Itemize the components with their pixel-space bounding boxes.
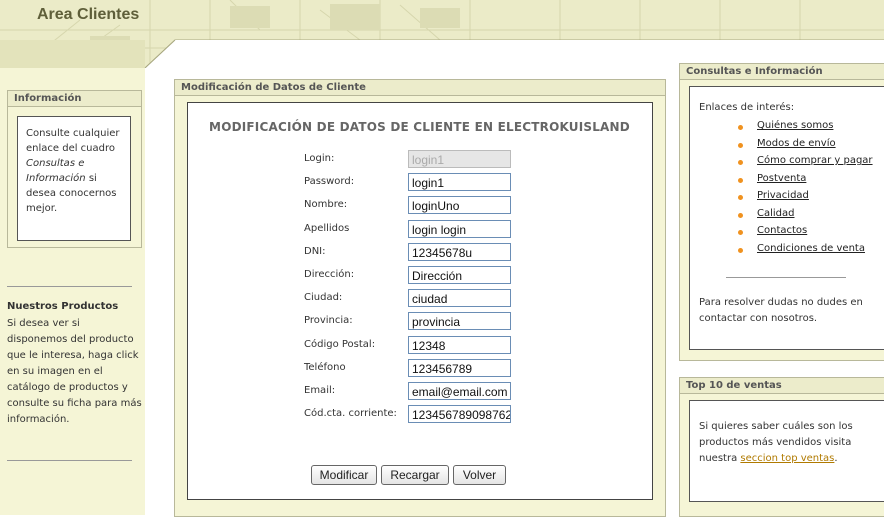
divider [7, 286, 132, 287]
form-row: Apellidos login login [304, 219, 544, 240]
bullet-icon [738, 177, 743, 183]
interest-link[interactable]: Cómo comprar y pagar [738, 155, 873, 173]
interest-link[interactable]: Condiciones de venta [738, 243, 873, 261]
consult-box-title: Consultas e Información [680, 64, 884, 80]
consult-footer: Para resolver dudas no dudes en contacta… [699, 297, 863, 324]
field-input[interactable]: provincia [408, 312, 511, 331]
interest-link-label: Quiénes somos [757, 120, 834, 131]
form-row: Password: login1 [304, 173, 544, 193]
field-label: Cód.cta. corriente: [304, 408, 397, 420]
field-label: DNI: [304, 245, 326, 257]
brand-title: Area Clientes [37, 6, 140, 23]
field-label: Email: [304, 385, 336, 396]
info-box: Información Consulte cualquier enlace de… [7, 90, 142, 248]
bullet-icon [738, 212, 743, 218]
interest-link[interactable]: Quiénes somos [738, 120, 873, 138]
top-sales-content: Si quieres saber cuáles son los producto… [689, 400, 884, 502]
back-button[interactable]: Volver [453, 465, 506, 485]
products-text: Si desea ver si disponemos del producto … [7, 318, 142, 425]
field-label: Apellidos [304, 222, 350, 234]
interest-link[interactable]: Modos de envío [738, 138, 873, 156]
interest-link-label: Calidad [757, 207, 795, 219]
field-input[interactable]: 1234567890987621 [408, 405, 511, 424]
bullet-icon [738, 142, 743, 148]
interest-link[interactable]: Postventa [738, 173, 873, 191]
bullet-icon [738, 160, 743, 165]
field-label: Ciudad: [304, 292, 343, 304]
form-row: Código Postal: 12348 [304, 335, 544, 356]
interest-link-label: Privacidad [757, 190, 809, 201]
top-sales-box: Top 10 de ventas Si quieres saber cuáles… [679, 377, 884, 517]
panel-title: Modificación de Datos de Cliente [175, 80, 665, 96]
form-row: Email: email@email.com [304, 382, 544, 402]
form-row: Login: login1 [304, 150, 544, 170]
field-input[interactable]: ciudad [408, 289, 511, 308]
bullet-icon [738, 230, 743, 235]
field-input[interactable]: login login [408, 219, 511, 238]
field-input[interactable]: 12348 [408, 335, 511, 354]
info-italic: Consultas e Información [26, 158, 86, 184]
field-label: Teléfono [304, 361, 346, 373]
links-intro: Enlaces de interés: [699, 102, 795, 113]
info-text: Consulte cualquier enlace del cuadro Con… [26, 128, 120, 214]
interest-link[interactable]: Calidad [738, 208, 873, 226]
field-label: Código Postal: [304, 338, 376, 350]
interest-link[interactable]: Privacidad [738, 190, 873, 208]
interest-link-label: Postventa [757, 172, 807, 184]
field-label: Nombre: [304, 199, 348, 211]
form-row: Cód.cta. corriente: 1234567890987621 [304, 405, 544, 425]
interest-links: Quiénes somos Modos de envío Cómo comprar … [738, 120, 873, 260]
modify-button[interactable]: Modificar [311, 465, 377, 485]
form-row: Teléfono 123456789 [304, 358, 544, 379]
field-label: Login: [304, 153, 335, 164]
interest-link-label: Condiciones de venta [757, 242, 865, 254]
info-box-content: Consulte cualquier enlace del cuadro Con… [17, 116, 131, 241]
interest-link-label: Cómo comprar y pagar [757, 155, 873, 166]
field-input[interactable]: 12345678u [408, 242, 511, 261]
field-input[interactable]: 123456789 [408, 358, 511, 377]
form-row: Ciudad: ciudad [304, 289, 544, 309]
header-banner: Area Clientes [0, 0, 884, 68]
top-sales-title: Top 10 de ventas [680, 378, 884, 394]
divider [726, 277, 846, 278]
field-input[interactable]: Dirección [408, 266, 511, 284]
field-input[interactable]: loginUno [408, 196, 511, 215]
bullet-icon [738, 125, 743, 130]
divider [7, 460, 132, 461]
bullet-icon [738, 247, 743, 253]
interest-link[interactable]: Contactos [738, 225, 873, 243]
info-box-title: Información [8, 91, 141, 107]
interest-link-label: Contactos [757, 225, 808, 236]
reload-button[interactable]: Recargar [381, 465, 449, 485]
field-label: Dirección: [304, 269, 355, 280]
products-title: Nuestros Productos [7, 301, 119, 312]
form-row: Nombre: loginUno [304, 196, 544, 216]
bullet-icon [738, 195, 743, 200]
form-row: DNI: 12345678u [304, 242, 544, 263]
form-title: MODIFICACIÓN DE DATOS DE CLIENTE EN ELEC… [209, 120, 630, 134]
top-sales-link[interactable]: seccion top ventas [740, 453, 834, 464]
field-input[interactable]: login1 [408, 173, 511, 192]
field-label: Provincia: [304, 315, 353, 327]
form-row: Provincia: provincia [304, 312, 544, 332]
interest-link-label: Modos de envío [757, 137, 836, 149]
form-row: Dirección: Dirección [304, 266, 544, 286]
field-input[interactable]: email@email.com [408, 382, 511, 400]
top-sales-text: Si quieres saber cuáles son los producto… [699, 421, 853, 464]
field-label: Password: [304, 176, 355, 188]
field-input: login1 [408, 150, 511, 168]
